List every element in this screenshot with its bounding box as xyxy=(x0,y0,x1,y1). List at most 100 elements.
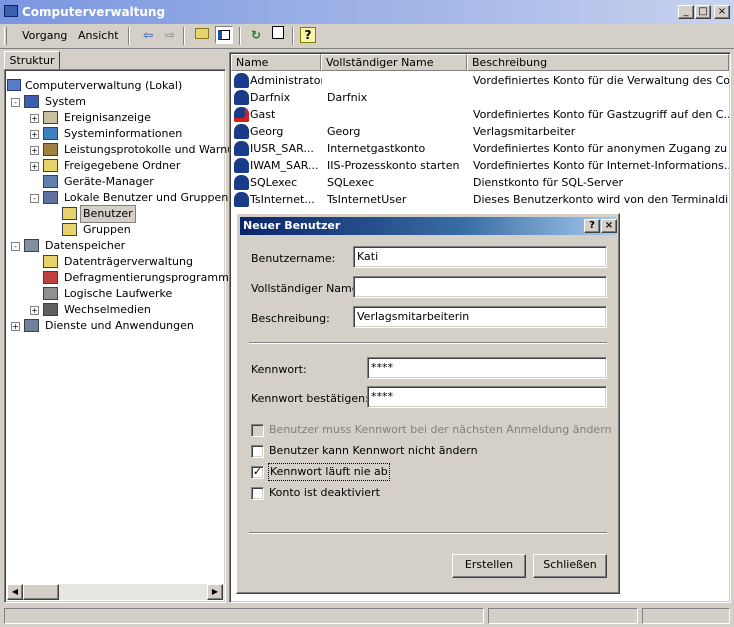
export-list-icon[interactable] xyxy=(269,26,287,44)
show-tree-icon[interactable] xyxy=(215,26,233,44)
username-field[interactable]: Kati xyxy=(353,246,607,268)
cell-fullname: Internetgastkonto xyxy=(327,142,426,155)
cell-fullname: SQLexec xyxy=(327,176,375,189)
close-button[interactable]: × xyxy=(714,5,730,19)
user-icon xyxy=(234,158,249,173)
table-row[interactable]: Georg Georg Verlagsmitarbeiter xyxy=(231,123,729,140)
dialog-titlebar: Neuer Benutzer ? × xyxy=(240,217,617,235)
minimize-button[interactable]: _ xyxy=(678,5,694,19)
refresh-icon[interactable]: ↻ xyxy=(247,26,265,44)
collapse-icon[interactable]: - xyxy=(11,98,20,107)
status-section-1 xyxy=(4,608,484,624)
scroll-thumb[interactable] xyxy=(23,584,59,600)
tree-item-label: Dienste und Anwendungen xyxy=(45,319,194,332)
fullname-field[interactable] xyxy=(353,276,607,298)
table-row[interactable]: IWAM_SAR... IIS-Prozesskonto starten Vorde… xyxy=(231,157,729,174)
datenspeicher-icon xyxy=(24,239,39,252)
collapse-icon[interactable]: - xyxy=(11,242,20,251)
cell-name: Darfnix xyxy=(250,91,291,104)
logische-laufwerke-icon xyxy=(43,287,58,300)
forward-icon[interactable]: ⇨ xyxy=(161,26,179,44)
tree-item-label: Systeminformationen xyxy=(64,127,183,140)
wechselmedien-icon xyxy=(43,303,58,316)
table-row[interactable]: SQLexec SQLexec Dienstkonto für SQL-Server xyxy=(231,174,729,191)
folder-up-icon[interactable] xyxy=(193,26,211,44)
benutzer-icon xyxy=(62,207,77,220)
window-titlebar: Computerverwaltung _ □ × xyxy=(0,0,734,24)
table-row[interactable]: IUSR_SAR... Internetgastkonto Vordefiniert… xyxy=(231,140,729,157)
password-label: Kennwort: xyxy=(251,363,307,376)
expand-icon[interactable]: + xyxy=(30,146,39,155)
cell-name: IWAM_SAR... xyxy=(250,159,319,172)
expand-icon[interactable]: + xyxy=(11,322,20,331)
tree-item-label: Wechselmedien xyxy=(64,303,151,316)
tree-item-label: Leistungsprotokolle und Warnung xyxy=(64,143,249,156)
pane-divider-top xyxy=(0,48,734,49)
user-icon xyxy=(234,192,249,207)
never-expires-checkbox[interactable]: ✓ xyxy=(251,466,264,479)
cell-name: SQLexec xyxy=(250,176,298,189)
expand-icon[interactable]: + xyxy=(30,162,39,171)
cell-fullname: Georg xyxy=(327,125,361,138)
tree-item-label: Benutzer xyxy=(80,205,136,223)
tree-item-label: Computerverwaltung (Lokal) xyxy=(25,79,183,92)
collapse-icon[interactable]: - xyxy=(30,194,39,203)
never-expires-label[interactable]: Kennwort läuft nie ab xyxy=(268,463,390,481)
dialog-close-button[interactable]: × xyxy=(601,219,617,233)
status-section-2 xyxy=(488,608,638,624)
cannot-change-label[interactable]: Benutzer kann Kennwort nicht ändern xyxy=(269,443,478,459)
lokale-benutzer-icon xyxy=(43,191,58,204)
help-icon[interactable]: ? xyxy=(300,27,316,43)
table-row[interactable]: Darfnix Darfnix xyxy=(231,89,729,106)
computer-icon xyxy=(4,5,18,17)
cell-fullname: IIS-Prozesskonto starten xyxy=(327,159,460,172)
dialog-help-button[interactable]: ? xyxy=(584,219,600,233)
confirm-password-field[interactable]: **** xyxy=(367,386,607,408)
cell-description: Vordefiniertes Konto für die Verwaltung … xyxy=(473,74,729,87)
column-header-name[interactable]: Name xyxy=(231,54,321,71)
scroll-left-button[interactable]: ◀ xyxy=(7,584,23,600)
fullname-label: Vollständiger Name: xyxy=(251,282,363,295)
back-icon[interactable]: ⇦ xyxy=(139,26,157,44)
password-field[interactable]: **** xyxy=(367,357,607,379)
tab-struktur[interactable]: Struktur xyxy=(4,51,60,70)
table-row[interactable]: TsInternet... TsInternetUser Dieses Benutz… xyxy=(231,191,729,208)
menu-vorgang[interactable]: Vorgang xyxy=(19,28,70,44)
tree-item-label: Logische Laufwerke xyxy=(64,287,173,300)
status-section-3 xyxy=(642,608,730,624)
cell-name: Georg xyxy=(250,125,284,138)
create-button[interactable]: Erstellen xyxy=(452,554,526,578)
cell-description: Vordefiniertes Konto für anonymen Zugang… xyxy=(473,142,729,155)
computer-icon xyxy=(7,79,21,91)
toolbar-separator xyxy=(292,27,294,45)
toolbar-separator xyxy=(128,27,130,45)
expand-icon[interactable]: + xyxy=(30,130,39,139)
toolbar-grip xyxy=(4,27,7,45)
user-icon xyxy=(234,90,249,105)
cell-fullname: Darfnix xyxy=(327,91,368,104)
toolbar-separator xyxy=(239,27,241,45)
column-header-fullname[interactable]: Vollständiger Name xyxy=(321,54,467,71)
disabled-checkbox[interactable] xyxy=(251,487,264,500)
maximize-button[interactable]: □ xyxy=(695,5,711,19)
cell-name: Administrator xyxy=(250,74,322,87)
gruppen-icon xyxy=(62,223,77,236)
disabled-label[interactable]: Konto ist deaktiviert xyxy=(269,485,380,501)
expand-icon[interactable]: + xyxy=(30,306,39,315)
ereignisanzeige-icon xyxy=(43,111,58,124)
cell-description: Verlagsmitarbeiter xyxy=(473,125,576,138)
user-icon xyxy=(234,141,249,156)
table-row[interactable]: Administrator Vordefiniertes Konto für di… xyxy=(231,72,729,89)
scroll-right-button[interactable]: ▶ xyxy=(207,584,223,600)
cannot-change-checkbox[interactable] xyxy=(251,445,264,458)
close-dialog-button[interactable]: Schließen xyxy=(533,554,607,578)
cell-description: Dienstkonto für SQL-Server xyxy=(473,176,624,189)
tree-item-label: Freigegebene Ordner xyxy=(64,159,181,172)
expand-icon[interactable]: + xyxy=(30,114,39,123)
table-row[interactable]: Gast Vordefiniertes Konto für Gastzugriff… xyxy=(231,106,729,123)
menu-ansicht[interactable]: Ansicht xyxy=(75,28,122,44)
new-user-dialog: Neuer Benutzer ? × Benutzername: Kati Vo… xyxy=(236,213,620,594)
column-header-description[interactable]: Beschreibung xyxy=(467,54,729,71)
tree-horizontal-scrollbar[interactable]: ◀ ▶ xyxy=(7,584,225,600)
description-field[interactable]: Verlagsmitarbeiterin xyxy=(353,306,607,328)
